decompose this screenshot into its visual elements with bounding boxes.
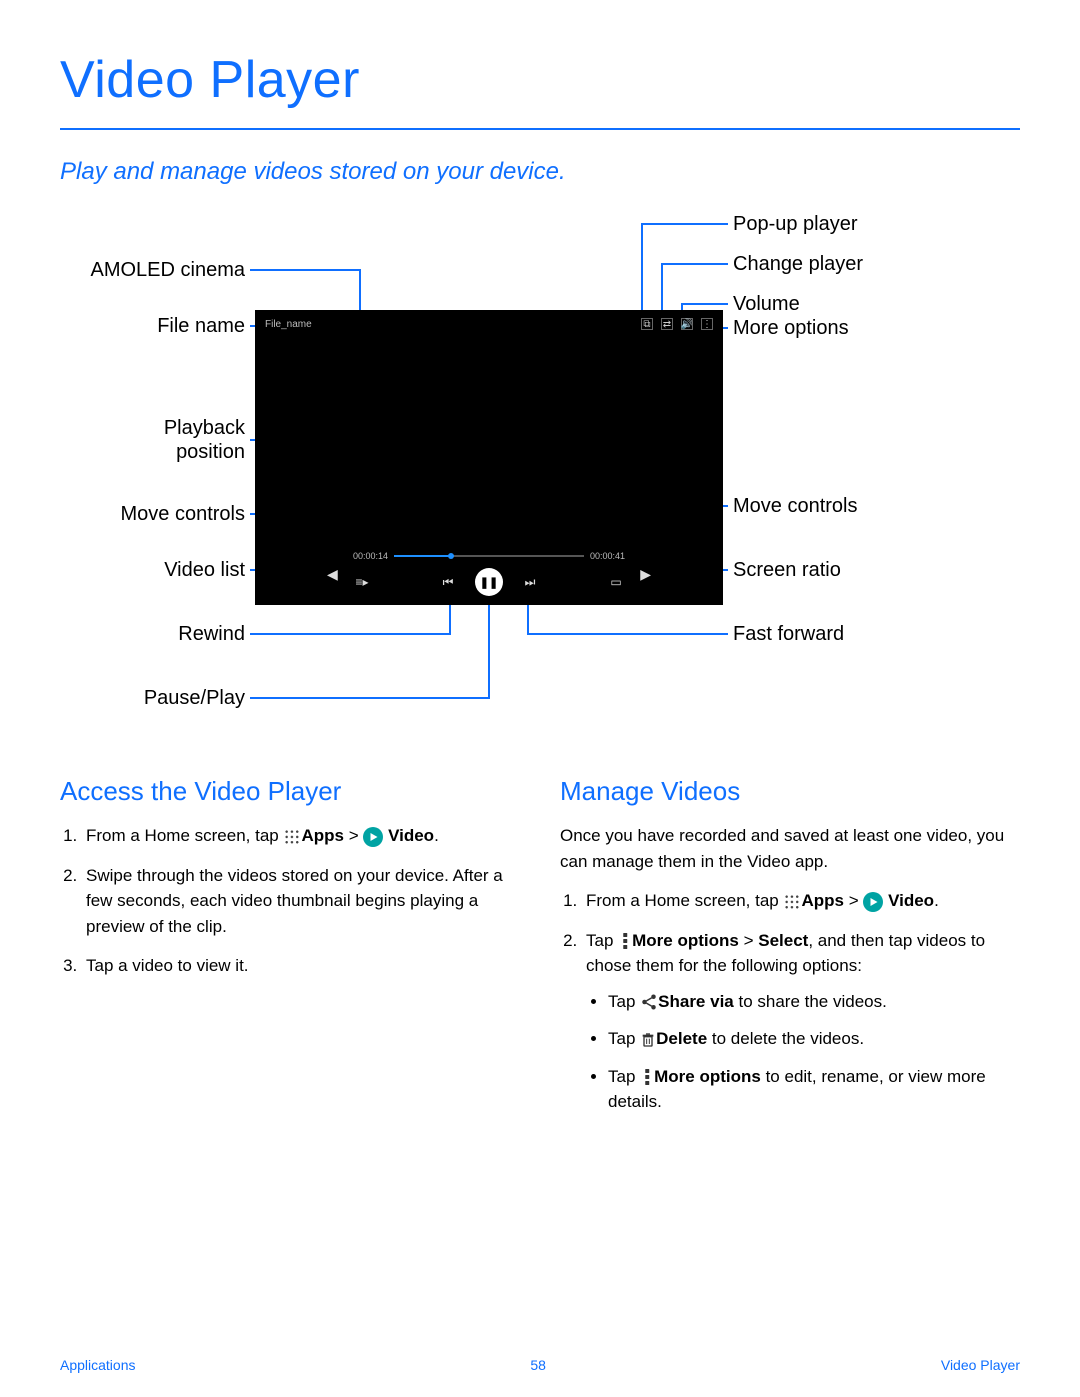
move-controls-right-icon[interactable]: ▶ [640, 566, 651, 583]
label-pause-play: Pause/Play [60, 686, 245, 710]
video-app-icon [863, 892, 883, 912]
label-fast-forward: Fast forward [733, 622, 844, 646]
access-heading: Access the Video Player [60, 776, 520, 807]
manage-step-1: From a Home screen, tap Apps > Video. [582, 888, 1020, 914]
seekbar[interactable]: 00:00:14 00:00:41 [353, 550, 625, 562]
share-icon [640, 993, 658, 1011]
label-more-options: More options [733, 316, 849, 340]
label-screen-ratio: Screen ratio [733, 558, 841, 582]
manage-intro: Once you have recorded and saved at leas… [560, 823, 1020, 874]
video-app-icon [363, 827, 383, 847]
time-current: 00:00:14 [353, 551, 388, 561]
label-volume: Volume [733, 292, 800, 316]
access-step-1: From a Home screen, tap Apps > Video. [82, 823, 520, 849]
manage-section: Manage Videos Once you have recorded and… [560, 776, 1020, 1129]
manage-bullet-delete: Tap Delete to delete the videos. [608, 1026, 1020, 1052]
fast-forward-icon[interactable]: ⏭ [521, 573, 539, 591]
more-options-icon[interactable]: ⋮ [701, 318, 713, 330]
player-file-name: File_name [265, 319, 312, 330]
manage-bullet-more: Tap More options to edit, rename, or vie… [608, 1064, 1020, 1115]
footer-right: Video Player [941, 1357, 1020, 1373]
footer-left: Applications [60, 1357, 136, 1373]
manage-step-2: Tap More options > Select, and then tap … [582, 928, 1020, 1115]
change-player-icon[interactable]: ⇄ [661, 318, 673, 330]
label-video-list: Video list [60, 558, 245, 582]
popup-player-icon[interactable]: ⧉ [641, 318, 653, 330]
time-total: 00:00:41 [590, 551, 625, 561]
rewind-icon[interactable]: ⏮ [439, 573, 457, 591]
content-columns: Access the Video Player From a Home scre… [60, 776, 1020, 1129]
seek-track[interactable] [394, 555, 584, 557]
label-playback-position: Playback position [60, 416, 245, 464]
more-options-icon [640, 1068, 654, 1086]
more-options-icon [618, 932, 632, 950]
screen-ratio-icon[interactable]: ▭ [607, 573, 625, 591]
page-subtitle: Play and manage videos stored on your de… [60, 158, 1020, 186]
manage-heading: Manage Videos [560, 776, 1020, 807]
page-footer: Applications 58 Video Player [60, 1357, 1020, 1373]
title-rule [60, 128, 1020, 130]
video-player-screenshot: File_name ⧉ ⇄ 🔊 ⋮ ◀ ▶ 00:00:14 00:00:41 … [255, 310, 723, 605]
apps-icon [283, 828, 301, 846]
trash-icon [640, 1031, 656, 1049]
label-move-controls-left: Move controls [60, 502, 245, 526]
player-diagram: AMOLED cinema File name Playback positio… [60, 206, 1020, 766]
apps-icon [783, 893, 801, 911]
footer-page-number: 58 [530, 1357, 546, 1373]
video-list-icon[interactable]: ≡▸ [353, 573, 371, 591]
access-step-3: Tap a video to view it. [82, 953, 520, 979]
move-controls-left-icon[interactable]: ◀ [327, 566, 338, 583]
label-file-name: File name [60, 314, 245, 338]
label-popup-player: Pop-up player [733, 212, 858, 236]
label-change-player: Change player [733, 252, 863, 276]
volume-icon[interactable]: 🔊 [681, 318, 693, 330]
page-title: Video Player [60, 50, 1020, 110]
label-rewind: Rewind [60, 622, 245, 646]
label-move-controls-right: Move controls [733, 494, 858, 518]
manage-bullet-share: Tap Share via to share the videos. [608, 989, 1020, 1015]
label-amoled-cinema: AMOLED cinema [60, 258, 245, 282]
access-step-2: Swipe through the videos stored on your … [82, 863, 520, 940]
pause-play-button[interactable]: ❚❚ [475, 568, 503, 596]
access-section: Access the Video Player From a Home scre… [60, 776, 520, 1129]
